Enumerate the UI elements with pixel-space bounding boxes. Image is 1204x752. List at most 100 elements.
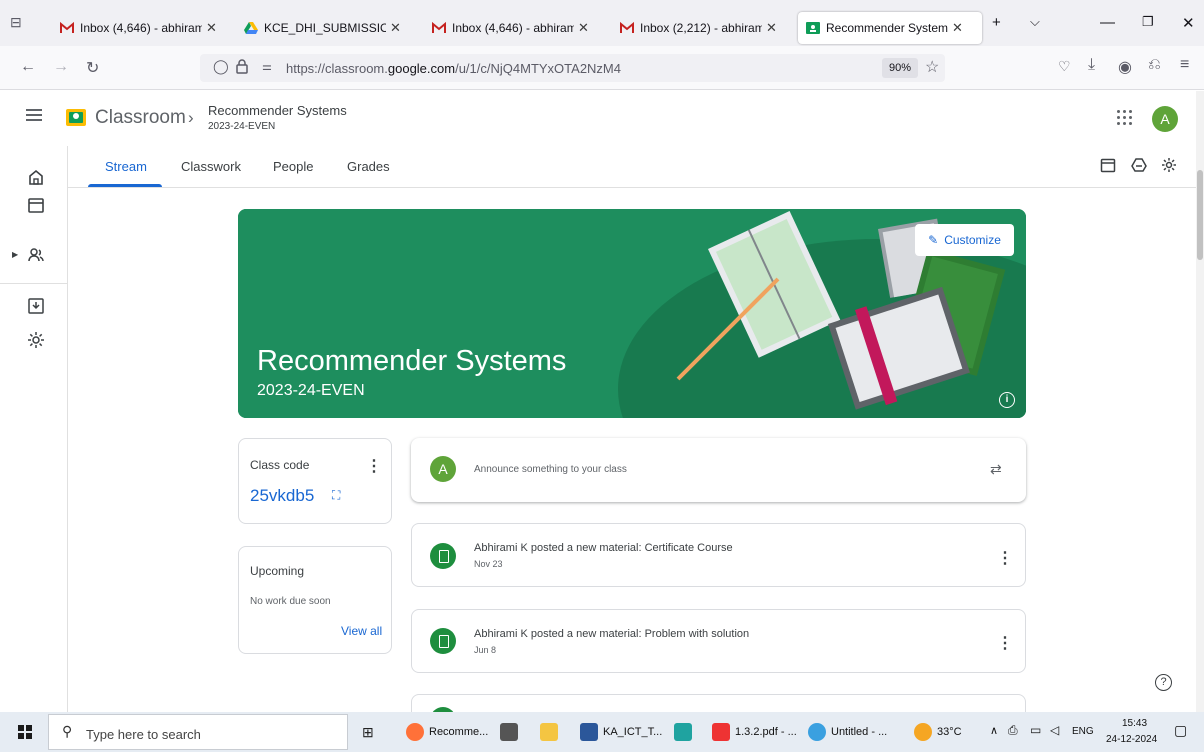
windows-start-icon[interactable]	[18, 725, 32, 739]
upcoming-empty-text: No work due soon	[250, 596, 331, 607]
settings-gear-icon[interactable]	[27, 331, 45, 349]
menu-icon[interactable]: ≡	[1180, 56, 1189, 74]
bookmark-star-icon[interactable]: ☆	[925, 57, 939, 77]
window-close-icon[interactable]: ✕	[1182, 14, 1195, 32]
volume-muted-icon[interactable]: ◁	[1050, 723, 1059, 737]
browser-tab-label: KCE_DHI_SUBMISSIONS - Go	[264, 21, 386, 35]
drive-folder-icon[interactable]	[1131, 157, 1147, 173]
language-indicator[interactable]: ENG	[1072, 726, 1094, 737]
close-icon[interactable]: ✕	[952, 20, 963, 36]
weather-sun-icon	[914, 723, 932, 741]
taskbar-firefox[interactable]: Recomme...	[406, 723, 488, 741]
browser-tab-3[interactable]: Inbox (4,646) - abhirami.cse@ ✕	[424, 13, 606, 43]
taskbar-label: Recomme...	[429, 726, 489, 738]
stream-post[interactable]	[411, 523, 1026, 587]
gmail-icon	[432, 21, 446, 33]
tab-list-icon[interactable]: ⊟	[10, 14, 22, 31]
help-icon[interactable]: ?	[1155, 674, 1172, 691]
avatar: A	[430, 456, 456, 482]
view-all-link[interactable]: View all	[341, 624, 382, 638]
tab-stream[interactable]: Stream	[105, 159, 147, 174]
taskbar-pdf[interactable]: 1.3.2.pdf - ...	[712, 723, 797, 741]
browser-tab-5[interactable]: Recommender Systems 2023 ✕	[798, 12, 982, 44]
url-text[interactable]: https://classroom.google.com/u/1/c/NjQ4M…	[286, 61, 621, 76]
more-vert-icon[interactable]: ⋮	[366, 456, 382, 476]
tab-grades[interactable]: Grades	[347, 159, 390, 174]
announce-placeholder[interactable]: Announce something to your class	[474, 464, 627, 475]
clock-time[interactable]: 15:43	[1122, 718, 1147, 729]
taskbar-app[interactable]	[674, 723, 697, 741]
weather-temp: 33°C	[937, 726, 962, 738]
back-icon[interactable]: ←	[20, 58, 36, 76]
close-icon[interactable]: ✕	[766, 20, 777, 36]
tab-people[interactable]: People	[273, 159, 313, 174]
minimize-icon[interactable]: —	[1100, 14, 1115, 31]
customize-button[interactable]: ✎ Customize	[915, 224, 1014, 256]
class-code-value[interactable]: 25vkdb5	[250, 486, 314, 506]
download-icon[interactable]: ⤓	[1088, 56, 1095, 74]
task-view-icon[interactable]: ⊞	[362, 724, 374, 741]
app-icon	[674, 723, 692, 741]
home-icon[interactable]	[27, 168, 45, 186]
enrolled-people-icon[interactable]	[27, 246, 45, 264]
stream-post[interactable]	[411, 609, 1026, 673]
calendar-icon[interactable]	[27, 196, 45, 214]
course-section: 2023-24-EVEN	[257, 382, 365, 399]
close-icon[interactable]: ✕	[578, 20, 589, 36]
class-settings-icon[interactable]	[1161, 157, 1177, 173]
taskbar-label: 1.3.2.pdf - ...	[735, 726, 797, 738]
expand-arrow-icon[interactable]: ▶	[12, 250, 18, 259]
shield-icon[interactable]: ◯	[213, 58, 229, 75]
taskbar-calendar[interactable]	[500, 723, 523, 741]
taskbar-word[interactable]: KA_ICT_T...	[580, 723, 662, 741]
chevron-right-icon: ›	[188, 108, 194, 127]
taskbar-explorer[interactable]	[540, 723, 563, 741]
folder-icon	[540, 723, 558, 741]
google-apps-icon[interactable]	[1117, 110, 1133, 126]
tray-chevron-icon[interactable]: ∧	[990, 724, 998, 737]
clock-date[interactable]: 24-12-2024	[1106, 734, 1157, 745]
taskbar-search-placeholder[interactable]: Type here to search	[86, 727, 201, 742]
lock-icon[interactable]	[236, 59, 248, 74]
reload-icon[interactable]: ↻	[86, 58, 99, 78]
drive-icon	[244, 22, 258, 34]
more-vert-icon[interactable]: ⋮	[997, 548, 1013, 568]
info-icon[interactable]: i	[999, 392, 1015, 408]
browser-tab-label: Inbox (4,646) - abhirami.cse@	[452, 21, 574, 35]
browser-tab-2[interactable]: KCE_DHI_SUBMISSIONS - Go ✕	[236, 13, 418, 43]
tab-classwork[interactable]: Classwork	[181, 159, 241, 174]
post-date: Nov 23	[474, 559, 503, 569]
forward-icon[interactable]: →	[53, 58, 69, 76]
more-vert-icon[interactable]: ⋮	[997, 633, 1013, 653]
account-avatar[interactable]: A	[1152, 106, 1178, 132]
permissions-icon[interactable]: ⚌	[262, 60, 272, 73]
restore-icon[interactable]: ❐	[1142, 14, 1154, 30]
scrollbar-thumb[interactable]	[1197, 170, 1203, 260]
course-title: Recommender Systems	[257, 345, 567, 377]
repost-icon[interactable]: ⇄	[990, 461, 1002, 478]
network-icon[interactable]: ▭	[1030, 723, 1041, 737]
extensions-icon[interactable]: ⎌	[1148, 56, 1161, 74]
post-title[interactable]: Abhirami K posted a new material: Certif…	[474, 542, 733, 554]
close-icon[interactable]: ✕	[390, 20, 401, 36]
breadcrumb-course-title[interactable]: Recommender Systems	[208, 103, 347, 118]
account-icon[interactable]: ◉	[1118, 57, 1132, 77]
pocket-icon[interactable]: ♡	[1058, 58, 1071, 75]
fullscreen-icon[interactable]: ⛶	[332, 488, 340, 503]
app-name[interactable]: Classroom	[95, 107, 186, 129]
browser-tab-1[interactable]: Inbox (4,646) - abhirami.cse@ ✕	[52, 13, 234, 43]
browser-tab-4[interactable]: Inbox (2,212) - abhiramikkb7 ✕	[612, 13, 794, 43]
archive-icon[interactable]	[27, 297, 45, 315]
taskbar-paint[interactable]: Untitled - ...	[808, 723, 887, 741]
tray-app-icon[interactable]: ⎙	[1008, 723, 1018, 738]
close-icon[interactable]: ✕	[206, 20, 217, 36]
zoom-level[interactable]: 90%	[882, 58, 918, 78]
new-tab-icon[interactable]: +	[992, 14, 1001, 31]
calendar-icon[interactable]	[1100, 157, 1116, 173]
main-menu-icon[interactable]	[26, 109, 42, 121]
calendar-app-icon	[500, 723, 518, 741]
weather-widget[interactable]: 33°C	[914, 723, 962, 741]
tab-overflow-icon[interactable]: ⌵	[1030, 14, 1040, 30]
post-title[interactable]: Abhirami K posted a new material: Proble…	[474, 628, 749, 640]
notifications-icon[interactable]: ▢	[1174, 722, 1187, 739]
